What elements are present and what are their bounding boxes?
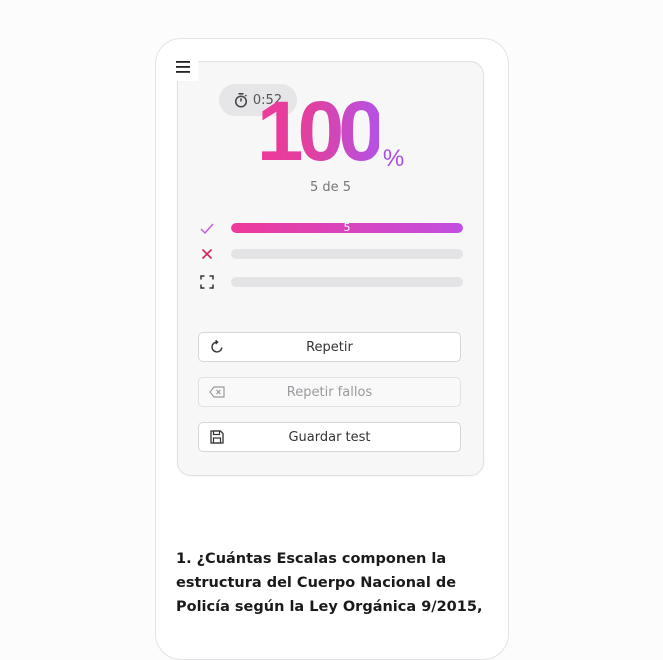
stat-row-correct: 5 <box>198 220 463 236</box>
results-card: 0:52 100% 5 de 5 5 Repetir Repetir fallo… <box>177 61 484 476</box>
repeat-button-label: Repetir <box>306 339 353 355</box>
score-summary: 5 de 5 <box>309 180 352 195</box>
stopwatch-icon <box>234 92 247 108</box>
correct-count: 5 <box>343 223 351 233</box>
correct-progress-bar: 5 <box>231 223 463 233</box>
repeat-failures-button-label: Repetir fallos <box>286 384 373 400</box>
question-line-1: 1. ¿Cuántas Escalas componen la <box>176 551 447 567</box>
question-line-2: estructura del Cuerpo Nacional de <box>176 575 457 591</box>
phone-frame: 0:52 100% 5 de 5 5 Repetir Repetir fallo… <box>155 38 509 660</box>
timer-value: 0:52 <box>252 92 283 108</box>
repeat-failures-button[interactable]: Repetir fallos <box>198 377 461 407</box>
stat-row-incorrect <box>198 246 463 262</box>
hamburger-menu-icon <box>176 61 190 73</box>
question-text: 1. ¿Cuántas Escalas componen la estructu… <box>176 547 496 619</box>
timer-pill: 0:52 <box>219 84 297 116</box>
save-test-button-label: Guardar test <box>288 429 371 445</box>
score-unit: % <box>382 145 405 172</box>
save-test-button[interactable]: Guardar test <box>198 422 461 452</box>
check-icon <box>198 220 216 236</box>
floppy-disk-icon <box>209 429 225 445</box>
question-line-3: Policía según la Ley Orgánica 9/2015, <box>176 599 483 615</box>
focus-frame-icon <box>198 274 216 290</box>
stat-row-unanswered <box>198 274 463 290</box>
unanswered-progress-bar <box>231 277 463 287</box>
refresh-icon <box>209 339 225 355</box>
x-icon <box>198 246 216 262</box>
incorrect-progress-bar <box>231 249 463 259</box>
menu-button[interactable] <box>168 53 198 81</box>
correct-progress-fill: 5 <box>231 223 463 233</box>
repeat-button[interactable]: Repetir <box>198 332 461 362</box>
backspace-icon <box>209 384 225 400</box>
